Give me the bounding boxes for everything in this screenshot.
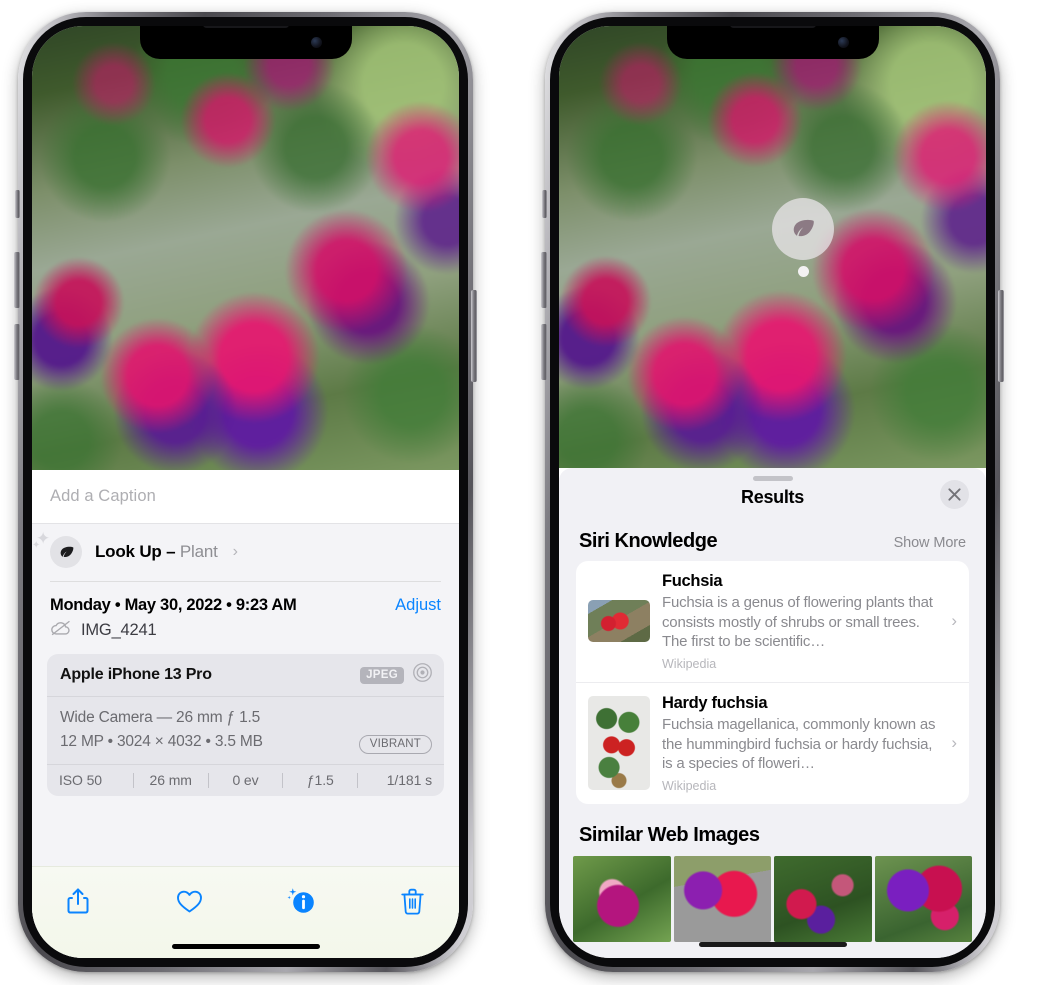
left-phone-screen: Add a Caption ✦ ✦ Look Up – Plant › Mond… — [32, 26, 459, 958]
caption-field-row[interactable]: Add a Caption — [32, 470, 459, 524]
screenshot-root: Add a Caption ✦ ✦ Look Up – Plant › Mond… — [0, 0, 1055, 985]
web-image-thumbnail[interactable] — [673, 855, 771, 942]
photo-date: Monday • May 30, 2022 • 9:23 AM — [50, 596, 297, 614]
caption-input[interactable]: Add a Caption — [32, 487, 156, 506]
right-phone-device: Results Siri Knowledge Show More Fuchsia… — [541, 12, 1004, 972]
lens-info: Wide Camera — 26 mm ƒ 1.5 — [60, 709, 261, 726]
front-camera-icon — [837, 37, 849, 48]
camera-device-name: Apple iPhone 13 Pro — [60, 666, 212, 683]
exif-header: Apple iPhone 13 Pro JPEG — [47, 654, 444, 697]
cloud-slash-icon — [50, 620, 72, 641]
result-title: Fuchsia — [662, 572, 723, 590]
exif-stat-focal: 26 mm — [149, 772, 192, 789]
photo-info-sheet: ✦ ✦ Look Up – Plant › Monday • May 30, 2… — [32, 524, 459, 958]
result-title: Hardy fuchsia — [662, 693, 768, 712]
photo-filename: IMG_4241 — [81, 621, 157, 639]
close-icon[interactable] — [940, 480, 969, 509]
earpiece-speaker — [729, 26, 816, 28]
photo-viewer[interactable] — [32, 26, 459, 470]
result-body: Hardy fuchsia Fuchsia magellanica, commo… — [662, 694, 937, 793]
power-button[interactable] — [471, 290, 477, 382]
chevron-right-icon: › — [232, 543, 238, 560]
siri-knowledge-title: Siri Knowledge — [579, 530, 718, 552]
notch — [139, 26, 352, 59]
mute-switch[interactable] — [15, 190, 20, 218]
adjust-button[interactable]: Adjust — [395, 596, 441, 615]
delete-button[interactable] — [391, 881, 435, 921]
result-source: Wikipedia — [662, 778, 717, 793]
result-body: Fuchsia Fuchsia is a genus of flowering … — [662, 572, 937, 671]
results-header: Results — [559, 480, 986, 509]
info-button[interactable] — [279, 881, 323, 921]
fuchsia-photo — [559, 26, 986, 468]
results-title: Results — [741, 487, 804, 507]
siri-knowledge-header: Siri Knowledge Show More — [559, 508, 986, 561]
web-image-thumbnail[interactable] — [573, 855, 671, 942]
photo-viewer[interactable] — [559, 26, 986, 468]
result-thumbnail — [588, 696, 650, 791]
power-button[interactable] — [998, 290, 1004, 382]
volume-down-button[interactable] — [14, 324, 20, 380]
mute-switch[interactable] — [542, 190, 547, 218]
similar-web-images-title: Similar Web Images — [579, 823, 760, 846]
photographic-style-badge: VIBRANT — [358, 735, 432, 755]
list-item[interactable]: Fuchsia Fuchsia is a genus of flowering … — [576, 561, 969, 682]
results-sheet: Results Siri Knowledge Show More Fuchsia… — [559, 468, 986, 958]
leaf-icon[interactable] — [772, 198, 834, 260]
volume-down-button[interactable] — [541, 324, 547, 380]
right-phone-screen: Results Siri Knowledge Show More Fuchsia… — [559, 26, 986, 958]
exif-stat-aperture: ƒ1.5 — [306, 772, 334, 789]
fuchsia-photo — [32, 26, 459, 470]
sparkle-small-icon: ✦ — [32, 540, 41, 551]
result-description: Fuchsia magellanica, commonly known as t… — [662, 715, 936, 773]
web-image-thumbnail[interactable] — [874, 855, 972, 942]
show-more-button[interactable]: Show More — [894, 535, 967, 551]
volume-up-button[interactable] — [14, 252, 20, 308]
chevron-right-icon: › — [951, 611, 957, 631]
front-camera-icon — [310, 37, 322, 48]
look-up-label: Look Up – Plant — [95, 542, 218, 562]
leaf-icon — [50, 536, 82, 568]
file-row: IMG_4241 — [32, 615, 459, 641]
look-up-row[interactable]: ✦ ✦ Look Up – Plant › — [32, 524, 459, 581]
earpiece-speaker — [202, 26, 289, 28]
notch — [666, 26, 879, 59]
visual-lookup-anchor-dot — [798, 266, 809, 277]
share-button[interactable] — [56, 881, 100, 921]
result-thumbnail — [588, 600, 650, 643]
home-indicator[interactable] — [171, 944, 320, 949]
exif-card[interactable]: Apple iPhone 13 Pro JPEG Wide Camera — 2… — [47, 654, 444, 797]
exif-stat-iso: ISO 50 — [59, 772, 102, 789]
date-row: Monday • May 30, 2022 • 9:23 AM Adjust — [32, 582, 459, 615]
similar-web-images-strip — [559, 855, 986, 942]
look-up-subject: Plant — [179, 542, 218, 561]
result-description: Fuchsia is a genus of flowering plants t… — [662, 594, 933, 651]
list-item[interactable]: Hardy fuchsia Fuchsia magellanica, commo… — [576, 681, 969, 804]
exif-stats-row: ISO 50 26 mm 0 ev ƒ1.5 1/181 s — [47, 765, 444, 796]
exif-stat-ev: 0 ev — [232, 772, 259, 789]
left-phone-device: Add a Caption ✦ ✦ Look Up – Plant › Mond… — [14, 12, 477, 972]
exif-stat-shutter: 1/181 s — [386, 772, 432, 789]
similar-web-images-header: Similar Web Images — [559, 804, 986, 856]
favorite-button[interactable] — [168, 881, 212, 921]
format-badge: JPEG — [360, 666, 404, 684]
chevron-right-icon: › — [951, 733, 957, 753]
result-source: Wikipedia — [662, 656, 717, 671]
exif-body: Wide Camera — 26 mm ƒ 1.5 12 MP • 3024 ×… — [47, 697, 444, 766]
look-up-prefix: Look Up – — [95, 542, 180, 561]
photo-toolbar — [32, 866, 459, 958]
web-image-thumbnail[interactable] — [774, 855, 872, 942]
volume-up-button[interactable] — [541, 252, 547, 308]
siri-knowledge-card: Fuchsia Fuchsia is a genus of flowering … — [576, 561, 969, 804]
aperture-icon — [412, 662, 433, 688]
home-indicator[interactable] — [698, 942, 847, 947]
